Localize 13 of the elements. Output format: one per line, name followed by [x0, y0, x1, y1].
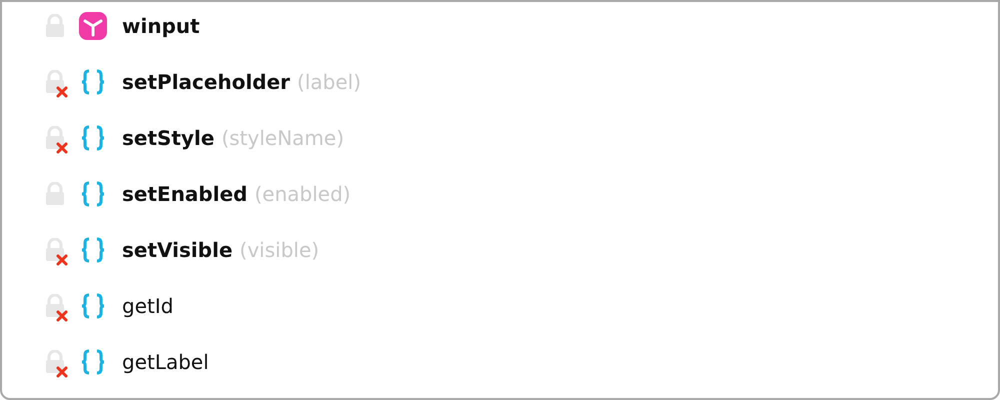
cube-icon [78, 11, 108, 41]
item-name[interactable]: getId [122, 294, 174, 318]
item-name[interactable]: setPlaceholder [122, 70, 290, 94]
error-icon [56, 254, 68, 266]
error-icon [56, 86, 68, 98]
item-name[interactable]: setVisible [122, 238, 233, 262]
error-icon [56, 142, 68, 154]
error-icon [56, 366, 68, 378]
item-name[interactable]: winput [122, 14, 200, 38]
error-icon [56, 310, 68, 322]
item-name[interactable]: setEnabled [122, 182, 248, 206]
item-name[interactable]: setStyle [122, 126, 214, 150]
item-name[interactable]: getLabel [122, 350, 209, 374]
